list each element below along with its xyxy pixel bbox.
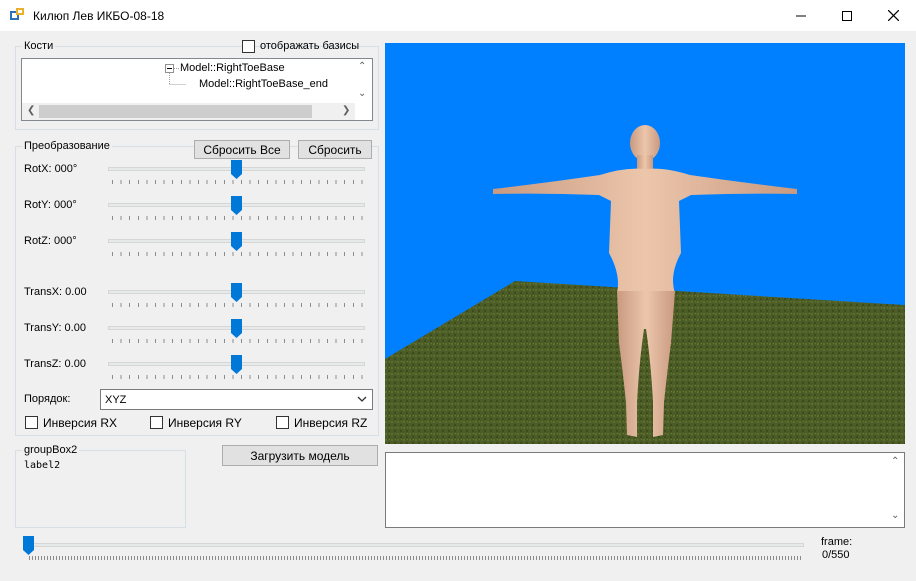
- frame-slider[interactable]: [20, 536, 806, 562]
- order-select-value: XYZ: [105, 394, 127, 406]
- tree-collapse-icon[interactable]: [165, 64, 174, 73]
- slider-thumb-rotx[interactable]: [231, 160, 242, 179]
- minimize-icon: [796, 15, 806, 16]
- slider-label-transz: TransZ: 0.00: [24, 358, 86, 370]
- tree-vertical-scrollbar[interactable]: ⌃ ⌄: [355, 59, 372, 120]
- maximize-button[interactable]: [824, 0, 870, 31]
- slider-ticks-transx: [112, 303, 363, 307]
- slider-label-rotx: RotX: 000°: [24, 163, 78, 175]
- scene-render: [385, 43, 905, 444]
- frame-slider-track: [24, 543, 804, 547]
- frame-title: frame:: [821, 536, 853, 548]
- model-viewport[interactable]: [385, 43, 905, 444]
- frame-slider-thumb[interactable]: [23, 536, 34, 555]
- frame-readout: frame: 0/550: [821, 536, 852, 562]
- bones-group-title: Кости: [22, 40, 56, 52]
- tree-horizontal-scrollbar[interactable]: ❮ ❯: [22, 103, 357, 120]
- app-icon: [10, 8, 24, 20]
- slider-thumb-rotz[interactable]: [231, 232, 242, 251]
- tree-node-right-toe-base-end[interactable]: Model::RightToeBase_end: [199, 78, 328, 90]
- reset-button[interactable]: Сбросить: [298, 140, 372, 159]
- frame-slider-ticks: [29, 556, 801, 560]
- maximize-icon: [842, 10, 852, 21]
- slider-ticks-rotx: [112, 180, 363, 184]
- close-icon: [887, 10, 899, 21]
- bones-tree[interactable]: Model::RightToeBase Model::RightToeBase_…: [21, 58, 373, 121]
- scroll-down-icon[interactable]: ⌄: [358, 89, 366, 99]
- slider-thumb-transx[interactable]: [231, 283, 242, 302]
- tree-scroll-thumb[interactable]: [39, 105, 312, 118]
- invert-rz-label: Инверсия RZ: [294, 416, 368, 430]
- slider-thumb-transy[interactable]: [231, 319, 242, 338]
- invert-ry-checkbox[interactable]: [150, 416, 163, 429]
- scroll-left-icon[interactable]: ❮: [27, 106, 35, 116]
- window-title: Килюп Лев ИКБО-08-18: [33, 9, 165, 23]
- slider-ticks-transy: [112, 339, 363, 343]
- order-select[interactable]: XYZ: [100, 389, 373, 410]
- groupbox2-label: label2: [24, 460, 61, 471]
- tree-connector-lines: [169, 73, 186, 85]
- tree-node-right-toe-base[interactable]: Model::RightToeBase: [180, 62, 285, 74]
- slider-ticks-rotz: [112, 252, 363, 256]
- output-scroll-down-icon[interactable]: ⌄: [891, 511, 899, 521]
- slider-ticks-transz: [112, 375, 363, 379]
- slider-thumb-transz[interactable]: [231, 355, 242, 374]
- close-button[interactable]: [870, 0, 916, 31]
- slider-ticks-roty: [112, 216, 363, 220]
- order-label: Порядок:: [24, 393, 71, 405]
- frame-value: 0/550: [822, 549, 850, 561]
- chevron-down-icon: [357, 396, 367, 402]
- transform-group-title: Преобразование: [22, 140, 112, 152]
- slider-label-transy: TransY: 0.00: [24, 322, 86, 334]
- output-textbox[interactable]: ⌃ ⌄: [385, 452, 905, 528]
- output-vertical-scrollbar[interactable]: ⌃ ⌄: [887, 453, 904, 527]
- scroll-up-icon[interactable]: ⌃: [358, 62, 366, 72]
- invert-rx-label: Инверсия RX: [43, 416, 118, 430]
- slider-label-roty: RotY: 000°: [24, 199, 77, 211]
- invert-rx-checkbox[interactable]: [25, 416, 38, 429]
- slider-label-rotz: RotZ: 000°: [24, 235, 77, 247]
- output-scroll-up-icon[interactable]: ⌃: [891, 457, 899, 467]
- title-bar: Килюп Лев ИКБО-08-18: [0, 0, 916, 31]
- show-bases-label: отображать базисы: [260, 40, 360, 52]
- scroll-right-icon[interactable]: ❯: [342, 106, 350, 116]
- load-model-button[interactable]: Загрузить модель: [222, 445, 378, 466]
- show-bases-checkbox[interactable]: [242, 40, 255, 53]
- groupbox2-title: groupBox2: [22, 444, 80, 456]
- invert-rz-checkbox[interactable]: [276, 416, 289, 429]
- slider-thumb-roty[interactable]: [231, 196, 242, 215]
- reset-all-button[interactable]: Сбросить Все: [194, 140, 290, 159]
- invert-ry-label: Инверсия RY: [168, 416, 242, 430]
- minimize-button[interactable]: [778, 0, 824, 31]
- slider-label-transx: TransX: 0.00: [24, 286, 87, 298]
